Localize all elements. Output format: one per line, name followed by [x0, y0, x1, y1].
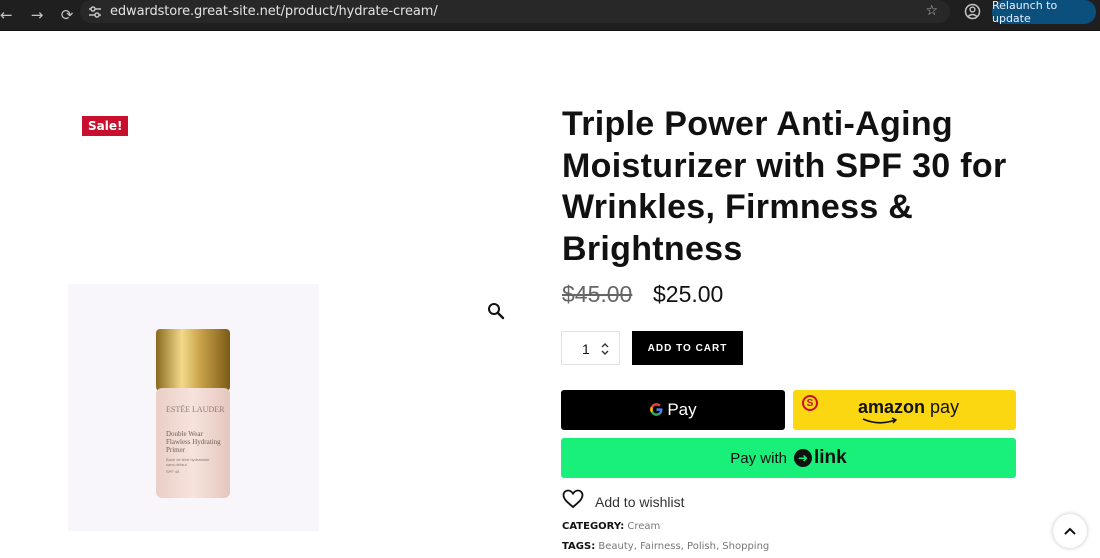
product-title: Triple Power Anti-Aging Moisturizer with…	[562, 105, 1007, 268]
category-link[interactable]: Cream	[627, 521, 660, 532]
quantity-value[interactable]: 1	[582, 341, 590, 357]
tags-label: TAGS:	[562, 541, 596, 552]
google-pay-label: Pay	[667, 400, 697, 419]
add-to-wishlist[interactable]: Add to wishlist	[562, 489, 684, 514]
tag-link[interactable]: Beauty	[598, 541, 633, 552]
tag-link[interactable]: Fairness	[640, 541, 681, 552]
svg-text:SPF 45: SPF 45	[166, 469, 180, 474]
tag-link[interactable]: Polish	[687, 541, 716, 552]
regular-price: $45.00	[562, 281, 633, 307]
link-pay-button[interactable]: Pay with ➜ link	[561, 438, 1016, 478]
amazon-pay-logo: amazon pay	[858, 397, 960, 417]
forward-icon[interactable]: →	[24, 6, 50, 24]
link-pay-prefix: Pay with	[730, 449, 787, 467]
sale-badge: Sale!	[82, 116, 129, 136]
tag-link[interactable]: Shopping	[722, 541, 769, 552]
amazon-smile-icon	[862, 417, 898, 424]
bookmark-star-icon[interactable]: ☆	[925, 3, 938, 19]
product-tags: TAGS: Beauty, Fairness, Polish, Shopping	[562, 541, 770, 552]
link-arrow-icon: ➜	[793, 449, 812, 467]
google-pay-button[interactable]: Pay	[561, 390, 785, 430]
add-to-cart-button[interactable]: ADD TO CART	[632, 331, 743, 365]
product-category: CATEGORY: Cream	[562, 521, 660, 532]
reload-icon[interactable]: ⟳	[54, 6, 80, 24]
quantity-spinner-icon[interactable]	[600, 342, 610, 356]
amazon-pay-badge-icon: S	[802, 395, 818, 411]
url-text[interactable]: edwardstore.great-site.net/product/hydra…	[110, 4, 438, 19]
svg-text:Primer: Primer	[166, 446, 186, 454]
relaunch-button[interactable]: Relaunch to update	[992, 0, 1096, 25]
scroll-to-top-button[interactable]	[1053, 514, 1087, 548]
svg-text:sans défaut: sans défaut	[166, 462, 188, 467]
zoom-magnifier-icon[interactable]	[487, 302, 505, 320]
wishlist-label[interactable]: Add to wishlist	[595, 494, 684, 510]
product-image[interactable]: ESTĒE LAUDER Double Wear Flawless Hydrat…	[68, 284, 319, 531]
google-g-icon	[649, 400, 664, 420]
site-settings-icon[interactable]	[80, 5, 110, 18]
amazon-pay-button[interactable]: S amazon pay	[793, 390, 1016, 430]
svg-text:ESTĒE LAUDER: ESTĒE LAUDER	[166, 405, 225, 414]
quantity-stepper[interactable]: 1	[561, 331, 620, 365]
sale-price: $25.00	[653, 281, 724, 307]
link-pay-word: link	[813, 447, 847, 468]
profile-icon[interactable]	[964, 3, 981, 20]
toolbar-divider	[0, 30, 1100, 31]
product-bottle-illustration: ESTĒE LAUDER Double Wear Flawless Hydrat…	[156, 329, 230, 498]
back-icon[interactable]: ←	[0, 6, 14, 24]
category-label: CATEGORY:	[562, 521, 625, 532]
address-bar[interactable]: edwardstore.great-site.net/product/hydra…	[80, 0, 950, 23]
svg-text:Flawless Hydrating: Flawless Hydrating	[166, 438, 221, 446]
chevron-up-icon	[1064, 527, 1076, 535]
heart-icon[interactable]	[562, 489, 584, 514]
svg-text:Double Wear: Double Wear	[166, 430, 203, 438]
